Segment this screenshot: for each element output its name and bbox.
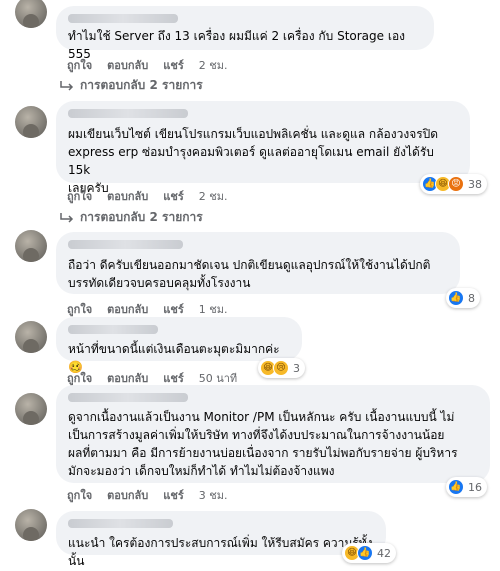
comment-actions: ถูกใจ ตอบกลับ แชร์ 1 ชม. bbox=[67, 300, 242, 318]
comment-text: แนะนำ ใครต้องการประสบการณ์เพิ่ม ให้รีบสม… bbox=[68, 536, 373, 568]
like-button[interactable]: ถูกใจ bbox=[67, 56, 92, 74]
comment-actions: ถูกใจ ตอบกลับ แชร์ 3 ชม. bbox=[67, 486, 242, 504]
comment-text: ดูจากเนื้องานแล้วเป็นงาน Monitor /PM เป็… bbox=[68, 410, 458, 478]
share-button[interactable]: แชร์ bbox=[163, 187, 183, 205]
comment-text: ถือว่า ดีครับเขียนออกมาชัดเจน ปกติเขียนด… bbox=[68, 258, 431, 290]
reaction-count: 16 bbox=[468, 480, 482, 494]
reaction-count: 3 bbox=[293, 361, 300, 375]
reactions-summary[interactable]: 👍 😆 😡 38 bbox=[420, 174, 487, 194]
like-icon: 👍 bbox=[357, 545, 373, 561]
reactions-summary[interactable]: 👍 8 bbox=[446, 288, 480, 308]
reaction-count: 38 bbox=[468, 177, 482, 191]
share-button[interactable]: แชร์ bbox=[163, 486, 183, 504]
reply-button[interactable]: ตอบกลับ bbox=[107, 486, 148, 504]
replies-count-label: การตอบกลับ 2 รายการ bbox=[80, 210, 203, 224]
avatar[interactable] bbox=[15, 509, 47, 541]
comment-bubble: ดูจากเนื้องานแล้วเป็นงาน Monitor /PM เป็… bbox=[56, 385, 490, 483]
view-replies-link[interactable]: การตอบกลับ 2 รายการ bbox=[60, 208, 203, 227]
sad-icon: 😢 bbox=[273, 360, 289, 376]
timestamp[interactable]: 3 ชม. bbox=[199, 486, 228, 504]
avatar[interactable] bbox=[15, 393, 47, 425]
share-button[interactable]: แชร์ bbox=[163, 56, 183, 74]
reply-arrow-icon bbox=[60, 212, 74, 223]
reply-button[interactable]: ตอบกลับ bbox=[107, 56, 148, 74]
comment-bubble: ผมเขียนเว็บไซต์ เขียนโปรแกรมเว็บแอปพลิเค… bbox=[56, 101, 470, 195]
comment-actions: ถูกใจ ตอบกลับ แชร์ 2 ชม. bbox=[67, 56, 242, 74]
avatar[interactable] bbox=[15, 106, 47, 138]
like-button[interactable]: ถูกใจ bbox=[67, 300, 92, 318]
reply-button[interactable]: ตอบกลับ bbox=[107, 187, 148, 205]
like-button[interactable]: ถูกใจ bbox=[67, 187, 92, 205]
comment-bubble: หน้าที่ขนาดนี้แต่เงินเดือนตะมุตะมิมากค่ะ… bbox=[56, 317, 302, 374]
reactions-summary[interactable]: 😆 😢 3 bbox=[258, 358, 305, 378]
like-icon: 👍 bbox=[448, 290, 464, 306]
reaction-count: 8 bbox=[468, 291, 475, 305]
timestamp[interactable]: 2 ชม. bbox=[199, 56, 228, 74]
replies-count-label: การตอบกลับ 2 รายการ bbox=[80, 78, 203, 92]
comment-bubble: แนะนำ ใครต้องการประสบการณ์เพิ่ม ให้รีบสม… bbox=[56, 511, 386, 568]
reactions-summary[interactable]: 👍 16 bbox=[446, 477, 487, 497]
reply-arrow-icon bbox=[60, 80, 74, 91]
share-button[interactable]: แชร์ bbox=[163, 300, 183, 318]
avatar[interactable] bbox=[15, 230, 47, 262]
timestamp[interactable]: 2 ชม. bbox=[199, 187, 228, 205]
author-name-blurred[interactable] bbox=[68, 14, 178, 23]
like-button[interactable]: ถูกใจ bbox=[67, 486, 92, 504]
author-name-blurred[interactable] bbox=[68, 393, 188, 402]
author-name-blurred[interactable] bbox=[68, 519, 173, 528]
view-replies-link[interactable]: การตอบกลับ 2 รายการ bbox=[60, 76, 203, 95]
angry-icon: 😡 bbox=[448, 176, 464, 192]
author-name-blurred[interactable] bbox=[68, 240, 183, 249]
comment-bubble: ทำไมใช้ Server ถึง 13 เครื่อง ผมมีแค่ 2 … bbox=[56, 6, 434, 61]
avatar[interactable] bbox=[15, 321, 47, 353]
comment-bubble: ถือว่า ดีครับเขียนออกมาชัดเจน ปกติเขียนด… bbox=[56, 232, 460, 294]
author-name-blurred[interactable] bbox=[68, 325, 158, 334]
like-icon: 👍 bbox=[448, 479, 464, 495]
avatar[interactable] bbox=[15, 0, 47, 28]
comment-actions: ถูกใจ ตอบกลับ แชร์ 2 ชม. bbox=[67, 187, 242, 205]
reaction-count: 42 bbox=[377, 546, 391, 560]
reactions-summary[interactable]: 😆 👍 42 bbox=[342, 543, 396, 563]
reply-button[interactable]: ตอบกลับ bbox=[107, 300, 148, 318]
author-name-blurred[interactable] bbox=[68, 109, 188, 118]
timestamp[interactable]: 1 ชม. bbox=[199, 300, 228, 318]
